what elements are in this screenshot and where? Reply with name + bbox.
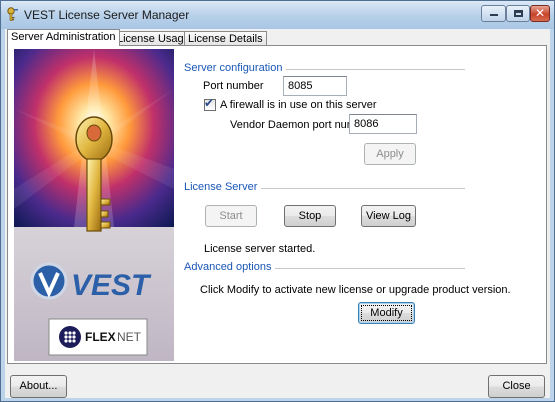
port-number-label: Port number	[203, 80, 264, 92]
tab-license-details[interactable]: License Details	[184, 31, 267, 46]
vendor-daemon-port-input[interactable]: 8086	[349, 114, 417, 134]
minimize-button[interactable]	[481, 5, 506, 22]
minimize-icon	[490, 14, 498, 16]
server-administration-panel: VEST FLEX NET Server configuration Port …	[7, 45, 547, 364]
client-area: Server Administration License Usage Lice…	[5, 29, 550, 398]
key-icon	[7, 7, 18, 21]
close-button[interactable]: Close	[488, 375, 545, 398]
title-bar[interactable]: VEST License Server Manager ✕	[1, 1, 554, 29]
license-server-title: License Server	[184, 181, 262, 193]
vest-logo-text: VEST	[71, 269, 152, 302]
checkmark-icon: ✔	[204, 96, 215, 110]
flexnet-text-bold: FLEX	[85, 330, 116, 344]
stop-button[interactable]: Stop	[284, 205, 336, 227]
vest-logo: VEST	[30, 262, 152, 302]
start-button[interactable]: Start	[205, 205, 257, 227]
view-log-button[interactable]: View Log	[361, 205, 416, 227]
tab-server-administration[interactable]: Server Administration	[7, 29, 120, 46]
apply-button[interactable]: Apply	[364, 143, 416, 165]
maximize-button[interactable]	[506, 5, 530, 22]
port-number-input[interactable]: 8085	[283, 76, 347, 96]
tab-license-usage[interactable]: License Usage	[113, 31, 194, 46]
firewall-checkbox[interactable]: ✔	[204, 96, 216, 111]
about-button[interactable]: About...	[10, 375, 67, 398]
firewall-label: A firewall is in use on this server	[220, 99, 377, 111]
window-title: VEST License Server Manager	[24, 8, 190, 22]
vest-branding-artwork: VEST FLEX NET	[14, 49, 174, 361]
maximize-icon	[514, 10, 523, 17]
focus-indicator	[361, 305, 412, 321]
license-server-status: License server started.	[204, 243, 316, 255]
flexnet-logo: FLEX NET	[48, 318, 148, 356]
flexnet-text-light: NET	[117, 330, 142, 344]
close-window-button[interactable]: ✕	[530, 5, 550, 22]
close-icon: ✕	[534, 6, 546, 20]
server-config-title: Server configuration	[184, 62, 287, 74]
app-window: VEST License Server Manager ✕ Server Adm…	[0, 0, 555, 402]
modify-button[interactable]: Modify	[358, 302, 415, 324]
modify-description: Click Modify to activate new license or …	[200, 284, 511, 296]
advanced-options-title: Advanced options	[184, 261, 276, 273]
